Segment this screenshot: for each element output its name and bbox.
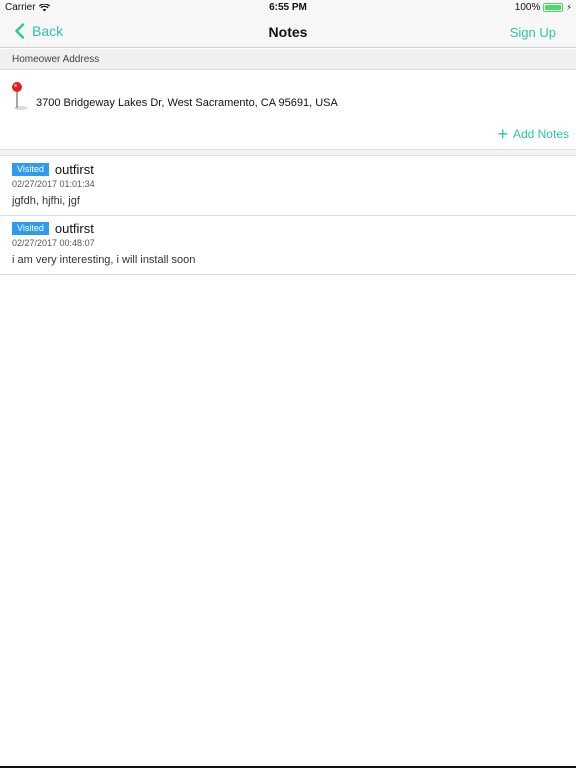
notes-list: Visited outfirst 02/27/2017 01:01:34 jgf… xyxy=(0,157,576,275)
separator xyxy=(0,150,576,156)
note-header: Visited outfirst xyxy=(12,221,94,236)
status-badge: Visited xyxy=(12,163,49,176)
list-item[interactable]: Visited outfirst 02/27/2017 01:01:34 jgf… xyxy=(0,157,576,216)
address-block: 3700 Bridgeway Lakes Dr, West Sacramento… xyxy=(0,70,576,150)
note-author: outfirst xyxy=(54,221,94,236)
address-text: 3700 Bridgeway Lakes Dr, West Sacramento… xyxy=(36,97,338,109)
page-title: Notes xyxy=(268,24,308,40)
note-body: i am very interesting, i will install so… xyxy=(12,254,196,266)
note-author: outfirst xyxy=(54,162,94,177)
list-item[interactable]: Visited outfirst 02/27/2017 00:48:07 i a… xyxy=(0,216,576,275)
battery-percent: 100% xyxy=(514,2,541,13)
screen: Carrier 6:55 PM 100% ⚡ Back Notes Sign U… xyxy=(0,0,576,768)
battery-group: 100% ⚡ xyxy=(515,2,572,13)
note-timestamp: 02/27/2017 00:48:07 xyxy=(12,238,95,248)
status-time: 6:55 PM xyxy=(269,2,307,13)
status-badge: Visited xyxy=(12,222,49,235)
add-notes-label: Add Notes xyxy=(512,127,569,141)
note-body: jgfdh, hjfhi, jgf xyxy=(12,195,80,207)
sign-up-button[interactable]: Sign Up xyxy=(510,25,556,40)
note-timestamp: 02/27/2017 01:01:34 xyxy=(12,179,95,189)
navigation-bar: Back Notes Sign Up xyxy=(0,16,576,48)
battery-icon xyxy=(543,3,564,12)
note-header: Visited outfirst xyxy=(12,162,94,177)
status-bar: Carrier 6:55 PM 100% ⚡ xyxy=(0,0,576,16)
plus-icon: + xyxy=(497,124,508,144)
section-header: Homeower Address xyxy=(0,49,576,70)
map-pin-icon xyxy=(12,82,28,110)
add-notes-button[interactable]: + Add Notes xyxy=(497,125,569,143)
charging-icon: ⚡ xyxy=(566,2,572,12)
